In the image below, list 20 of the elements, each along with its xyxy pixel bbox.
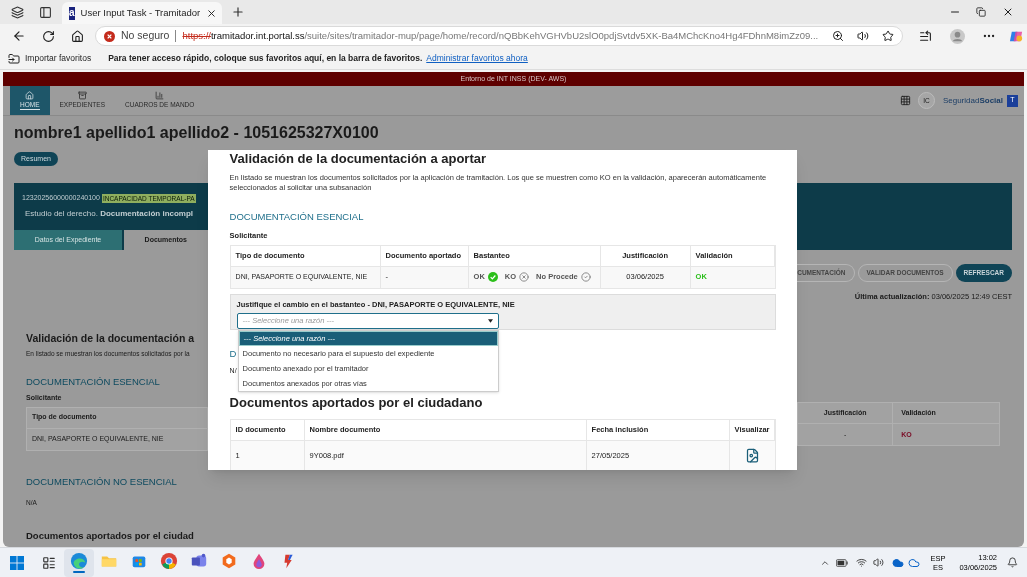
modal-title: Validación de la documentación a aportar	[229, 151, 488, 167]
section-heading: DOCUMENTACIÓN ESENCIAL	[26, 374, 161, 389]
browser-tab[interactable]: a User Input Task - Tramitador	[62, 2, 222, 24]
url-text: https://tramitador.int.portal.ss/suite/sites/tramitador-mup/page/home/record/nQBbKehVGHVbU2slO0pdjSvtdv5XK-Ba4MChcKno4Hg4FDhnM8imZz09...	[182, 28, 819, 43]
manage-favorites-link[interactable]: Administrar favoritos ahora	[426, 52, 528, 65]
import-favorites-link[interactable]: Importar favoritos	[25, 52, 92, 65]
tab-title: User Input Task - Tramitador	[80, 5, 201, 20]
section-heading: DOCUMENTACIÓN NO ESENCIAL	[26, 474, 178, 489]
favorites-message: Para tener acceso rápido, coloque sus favoritos aquí, en la barra de favoritos.	[108, 52, 423, 65]
case-status: Estudio del derecho. Documentación incompl	[24, 207, 194, 220]
section-title: Documentos aportados por el ciudadano	[229, 394, 484, 411]
section-title: Documentos aportados por el ciudad	[26, 528, 194, 543]
section-heading: DOCUMENTACIÓN ESENCIAL	[229, 210, 365, 224]
security-label: No seguro	[121, 28, 170, 44]
page-title: nombre1 apellido1 apellido2 - 1051625327X0100	[14, 123, 379, 143]
section-title: Validación de la documentación a	[26, 331, 195, 346]
address-bar[interactable]: No seguro https://tramitador.int.portal.ss/suite/sites/tramitador-mup/page/home/record/nQBbKehVGHVbU2slO0pdjSvtdv5XK-Ba4MChcKno4Hg4FDhnM8imZz09...	[95, 26, 903, 46]
favicon: a	[69, 6, 75, 20]
brand-logo: SeguridadSocial	[942, 94, 1003, 107]
section-heading: D	[229, 347, 237, 360]
